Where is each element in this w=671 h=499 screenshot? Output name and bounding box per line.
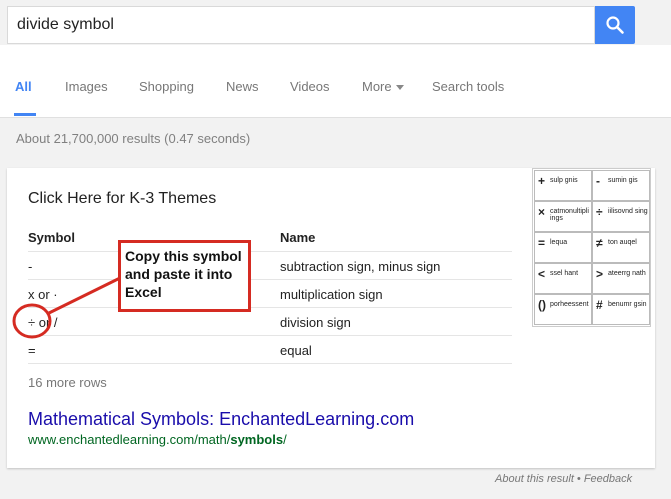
annotation-overlay: [12, 276, 121, 339]
annotation-text: Copy this symbol and paste it into Excel: [125, 248, 242, 300]
annotation-circle: [12, 303, 52, 339]
annotation-pointer: [48, 276, 121, 315]
about-result-feedback[interactable]: About this result • Feedback: [495, 473, 632, 485]
annotation-callout: Copy this symbol and paste it into Excel: [118, 240, 251, 312]
